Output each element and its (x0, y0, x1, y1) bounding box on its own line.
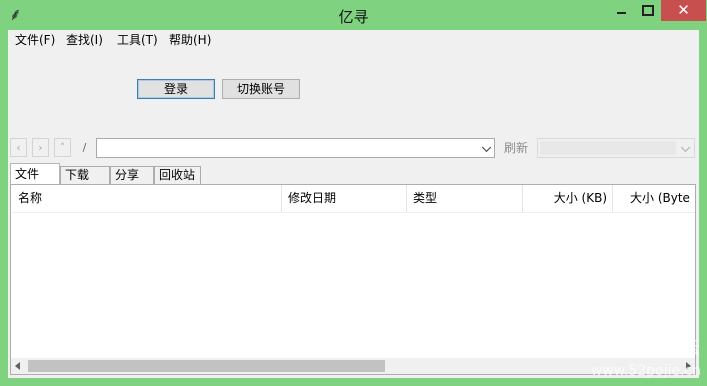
close-icon: ✕ (677, 1, 690, 19)
tab-files[interactable]: 文件 (10, 163, 60, 184)
minimize-icon (617, 12, 626, 14)
address-combobox[interactable] (96, 138, 495, 158)
scroll-left-icon[interactable] (15, 362, 20, 370)
menu-bar: 文件(F) 查找(I) 工具(T) 帮助(H) (8, 30, 699, 50)
column-header-name[interactable]: 名称 (18, 185, 278, 212)
column-divider[interactable] (281, 185, 282, 212)
app-window: ⸙ 亿寻 ✕ 文件(F) 查找(I) 工具(T) 帮助(H) 登录 切换账号 ‹… (0, 0, 707, 386)
login-button[interactable]: 登录 (137, 79, 215, 99)
back-icon: ‹ (16, 141, 21, 154)
column-header-modified[interactable]: 修改日期 (288, 185, 403, 212)
up-button[interactable]: ˄ (54, 138, 71, 157)
chevron-down-icon[interactable] (680, 142, 691, 153)
forward-button[interactable]: › (32, 138, 49, 157)
window-title: 亿寻 (338, 8, 369, 26)
maximize-icon (642, 5, 654, 16)
scrollbar-thumb[interactable] (28, 360, 385, 372)
close-button[interactable]: ✕ (661, 0, 706, 21)
tab-share[interactable]: 分享 (110, 166, 154, 184)
forward-icon: › (38, 141, 43, 154)
minimize-button[interactable] (608, 0, 634, 21)
menu-tools[interactable]: 工具(T) (117, 33, 158, 48)
menu-find[interactable]: 查找(I) (66, 33, 103, 48)
tab-recycle-bin[interactable]: 回收站 (154, 166, 201, 184)
column-header-size-bytes[interactable]: 大小 (Byte (630, 185, 695, 212)
refresh-button[interactable]: 刷新 (504, 140, 528, 156)
list-header: 名称 修改日期 类型 大小 (KB) 大小 (Byte (11, 185, 695, 213)
secondary-combobox-value (540, 141, 676, 155)
menu-file[interactable]: 文件(F) (15, 33, 55, 48)
file-list[interactable]: 名称 修改日期 类型 大小 (KB) 大小 (Byte (10, 184, 696, 375)
secondary-combobox[interactable] (537, 138, 695, 158)
maximize-button[interactable] (634, 0, 661, 21)
scroll-right-icon[interactable] (686, 362, 691, 370)
column-header-size-kb[interactable]: 大小 (KB) (525, 185, 607, 212)
root-icon: / (82, 141, 87, 154)
column-header-type[interactable]: 类型 (413, 185, 518, 212)
column-divider[interactable] (522, 185, 523, 212)
up-icon: ˄ (59, 141, 66, 154)
column-divider[interactable] (406, 185, 407, 212)
switch-account-button[interactable]: 切换账号 (222, 79, 300, 99)
client-area: 文件(F) 查找(I) 工具(T) 帮助(H) 登录 切换账号 ‹ › ˄ / … (8, 30, 699, 378)
menu-help[interactable]: 帮助(H) (169, 33, 211, 48)
horizontal-scrollbar[interactable] (11, 358, 695, 374)
tab-downloads[interactable]: 下载 (60, 166, 110, 184)
column-divider[interactable] (612, 185, 613, 212)
root-button[interactable]: / (76, 138, 93, 157)
chevron-down-icon[interactable] (481, 142, 492, 153)
back-button[interactable]: ‹ (10, 138, 27, 157)
title-bar[interactable]: ⸙ 亿寻 ✕ (0, 0, 707, 30)
